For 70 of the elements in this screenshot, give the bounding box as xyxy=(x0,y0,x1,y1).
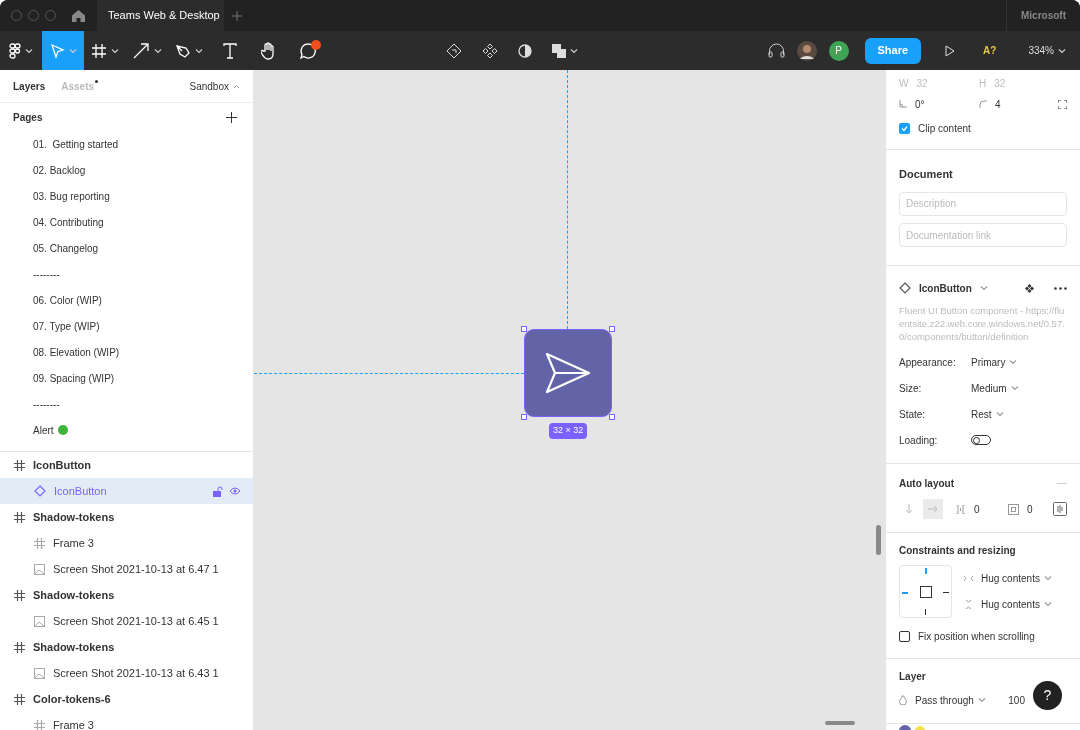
layer-item[interactable]: Shadow-tokens xyxy=(0,582,253,608)
layer-name: Color-tokens-6 xyxy=(33,691,111,707)
property-select[interactable]: Primary xyxy=(971,354,1018,370)
layer-name: IconButton xyxy=(33,457,92,473)
section-title: Layer xyxy=(899,670,927,684)
rotation-field[interactable]: 0° xyxy=(915,96,925,112)
property-select[interactable]: Medium xyxy=(971,380,1019,396)
layer-name: Shadow-tokens xyxy=(33,509,115,525)
layer-item[interactable]: IconButton xyxy=(0,478,253,504)
field-label: H xyxy=(979,76,987,91)
resizing-select[interactable]: Hug contents xyxy=(981,596,1052,612)
spacing-field[interactable]: 0 xyxy=(974,501,1004,517)
layer-name: Shadow-tokens xyxy=(33,639,115,655)
layer-item[interactable]: Shadow-tokens xyxy=(0,504,253,530)
layer-name: Frame 3 xyxy=(53,535,94,551)
organization-name: Microsoft xyxy=(1021,9,1066,23)
page-item[interactable]: -------- xyxy=(0,391,253,417)
zoom-menu[interactable]: 334% xyxy=(1028,43,1066,58)
page-item[interactable]: 02. Backlog xyxy=(0,157,253,183)
section-title: Constraints and resizing xyxy=(899,544,1017,558)
section-title: Pages xyxy=(13,110,43,125)
layer-name: Screen Shot 2021-10-13 at 6.45 1 xyxy=(53,613,219,629)
checkbox-label: Clip content xyxy=(918,121,971,136)
page-item[interactable]: 01. Getting started xyxy=(0,131,253,157)
page-item[interactable]: 05. Changelog xyxy=(0,235,253,261)
property-label: Loading: xyxy=(899,433,939,448)
page-item[interactable]: 07. Type (WIP) xyxy=(0,313,253,339)
size-label: 32 × 32 xyxy=(549,423,588,439)
layer-name: Shadow-tokens xyxy=(33,587,115,603)
file-tab[interactable]: Teams Web & Desktop xyxy=(97,0,224,31)
layer-item[interactable]: IconButton xyxy=(0,452,253,478)
radius-field[interactable]: 4 xyxy=(995,96,1001,112)
section-title: Document xyxy=(899,166,953,182)
field-label: W xyxy=(899,76,909,91)
missing-fonts-indicator[interactable]: A? xyxy=(983,43,997,58)
component-description: Fluent UI Button component - https://fluentsite.z22.web.core.windows.net/0.57.0/components/button/definition xyxy=(899,304,1066,343)
layer-item[interactable]: Screen Shot 2021-10-13 at 6.43 1 xyxy=(0,660,253,686)
layer-item[interactable]: Color-tokens-6 xyxy=(0,686,253,712)
layer-item[interactable]: Screen Shot 2021-10-13 at 6.47 1 xyxy=(0,556,253,582)
layer-name: Frame 3 xyxy=(53,717,94,730)
layer-name: Screen Shot 2021-10-13 at 6.43 1 xyxy=(53,665,219,681)
property-label: State: xyxy=(899,407,927,422)
layer-name: IconButton xyxy=(54,483,107,499)
page-item[interactable]: 08. Elevation (WIP) xyxy=(0,339,253,365)
page-switcher[interactable]: Sandbox xyxy=(189,78,240,94)
help-button[interactable]: ? xyxy=(1033,681,1062,710)
blend-mode-select[interactable]: Pass through xyxy=(915,692,986,708)
layer-name: Screen Shot 2021-10-13 at 6.47 1 xyxy=(53,561,219,577)
page-item[interactable]: 09. Spacing (WIP) xyxy=(0,365,253,391)
padding-field[interactable]: 0 xyxy=(1027,501,1033,517)
resizing-select[interactable]: Hug contents xyxy=(981,570,1052,586)
component-name[interactable]: IconButton xyxy=(919,280,972,296)
page-item[interactable]: 03. Bug reporting xyxy=(0,183,253,209)
property-label: Size: xyxy=(899,381,923,396)
opacity-field[interactable]: 100 xyxy=(1008,692,1025,708)
text-field[interactable]: Description xyxy=(899,191,1067,216)
checkbox-label: Fix position when scrolling xyxy=(918,629,1035,644)
page-item[interactable]: Alert xyxy=(0,417,253,443)
page-item[interactable]: -------- xyxy=(0,261,253,287)
layer-item[interactable]: Frame 3 xyxy=(0,712,253,730)
layer-item[interactable]: Frame 3 xyxy=(0,530,253,556)
panel-tab[interactable]: Layers xyxy=(13,78,46,94)
property-select[interactable]: Rest xyxy=(971,406,1004,422)
layer-item[interactable]: Shadow-tokens xyxy=(0,634,253,660)
property-label: Appearance: xyxy=(899,355,957,370)
page-item[interactable]: 04. Contributing xyxy=(0,209,253,235)
section-title: Auto layout xyxy=(899,476,954,491)
layer-item[interactable]: Screen Shot 2021-10-13 at 6.45 1 xyxy=(0,608,253,634)
page-item[interactable]: 06. Color (WIP) xyxy=(0,287,253,313)
text-field[interactable]: Documentation link xyxy=(899,223,1067,247)
